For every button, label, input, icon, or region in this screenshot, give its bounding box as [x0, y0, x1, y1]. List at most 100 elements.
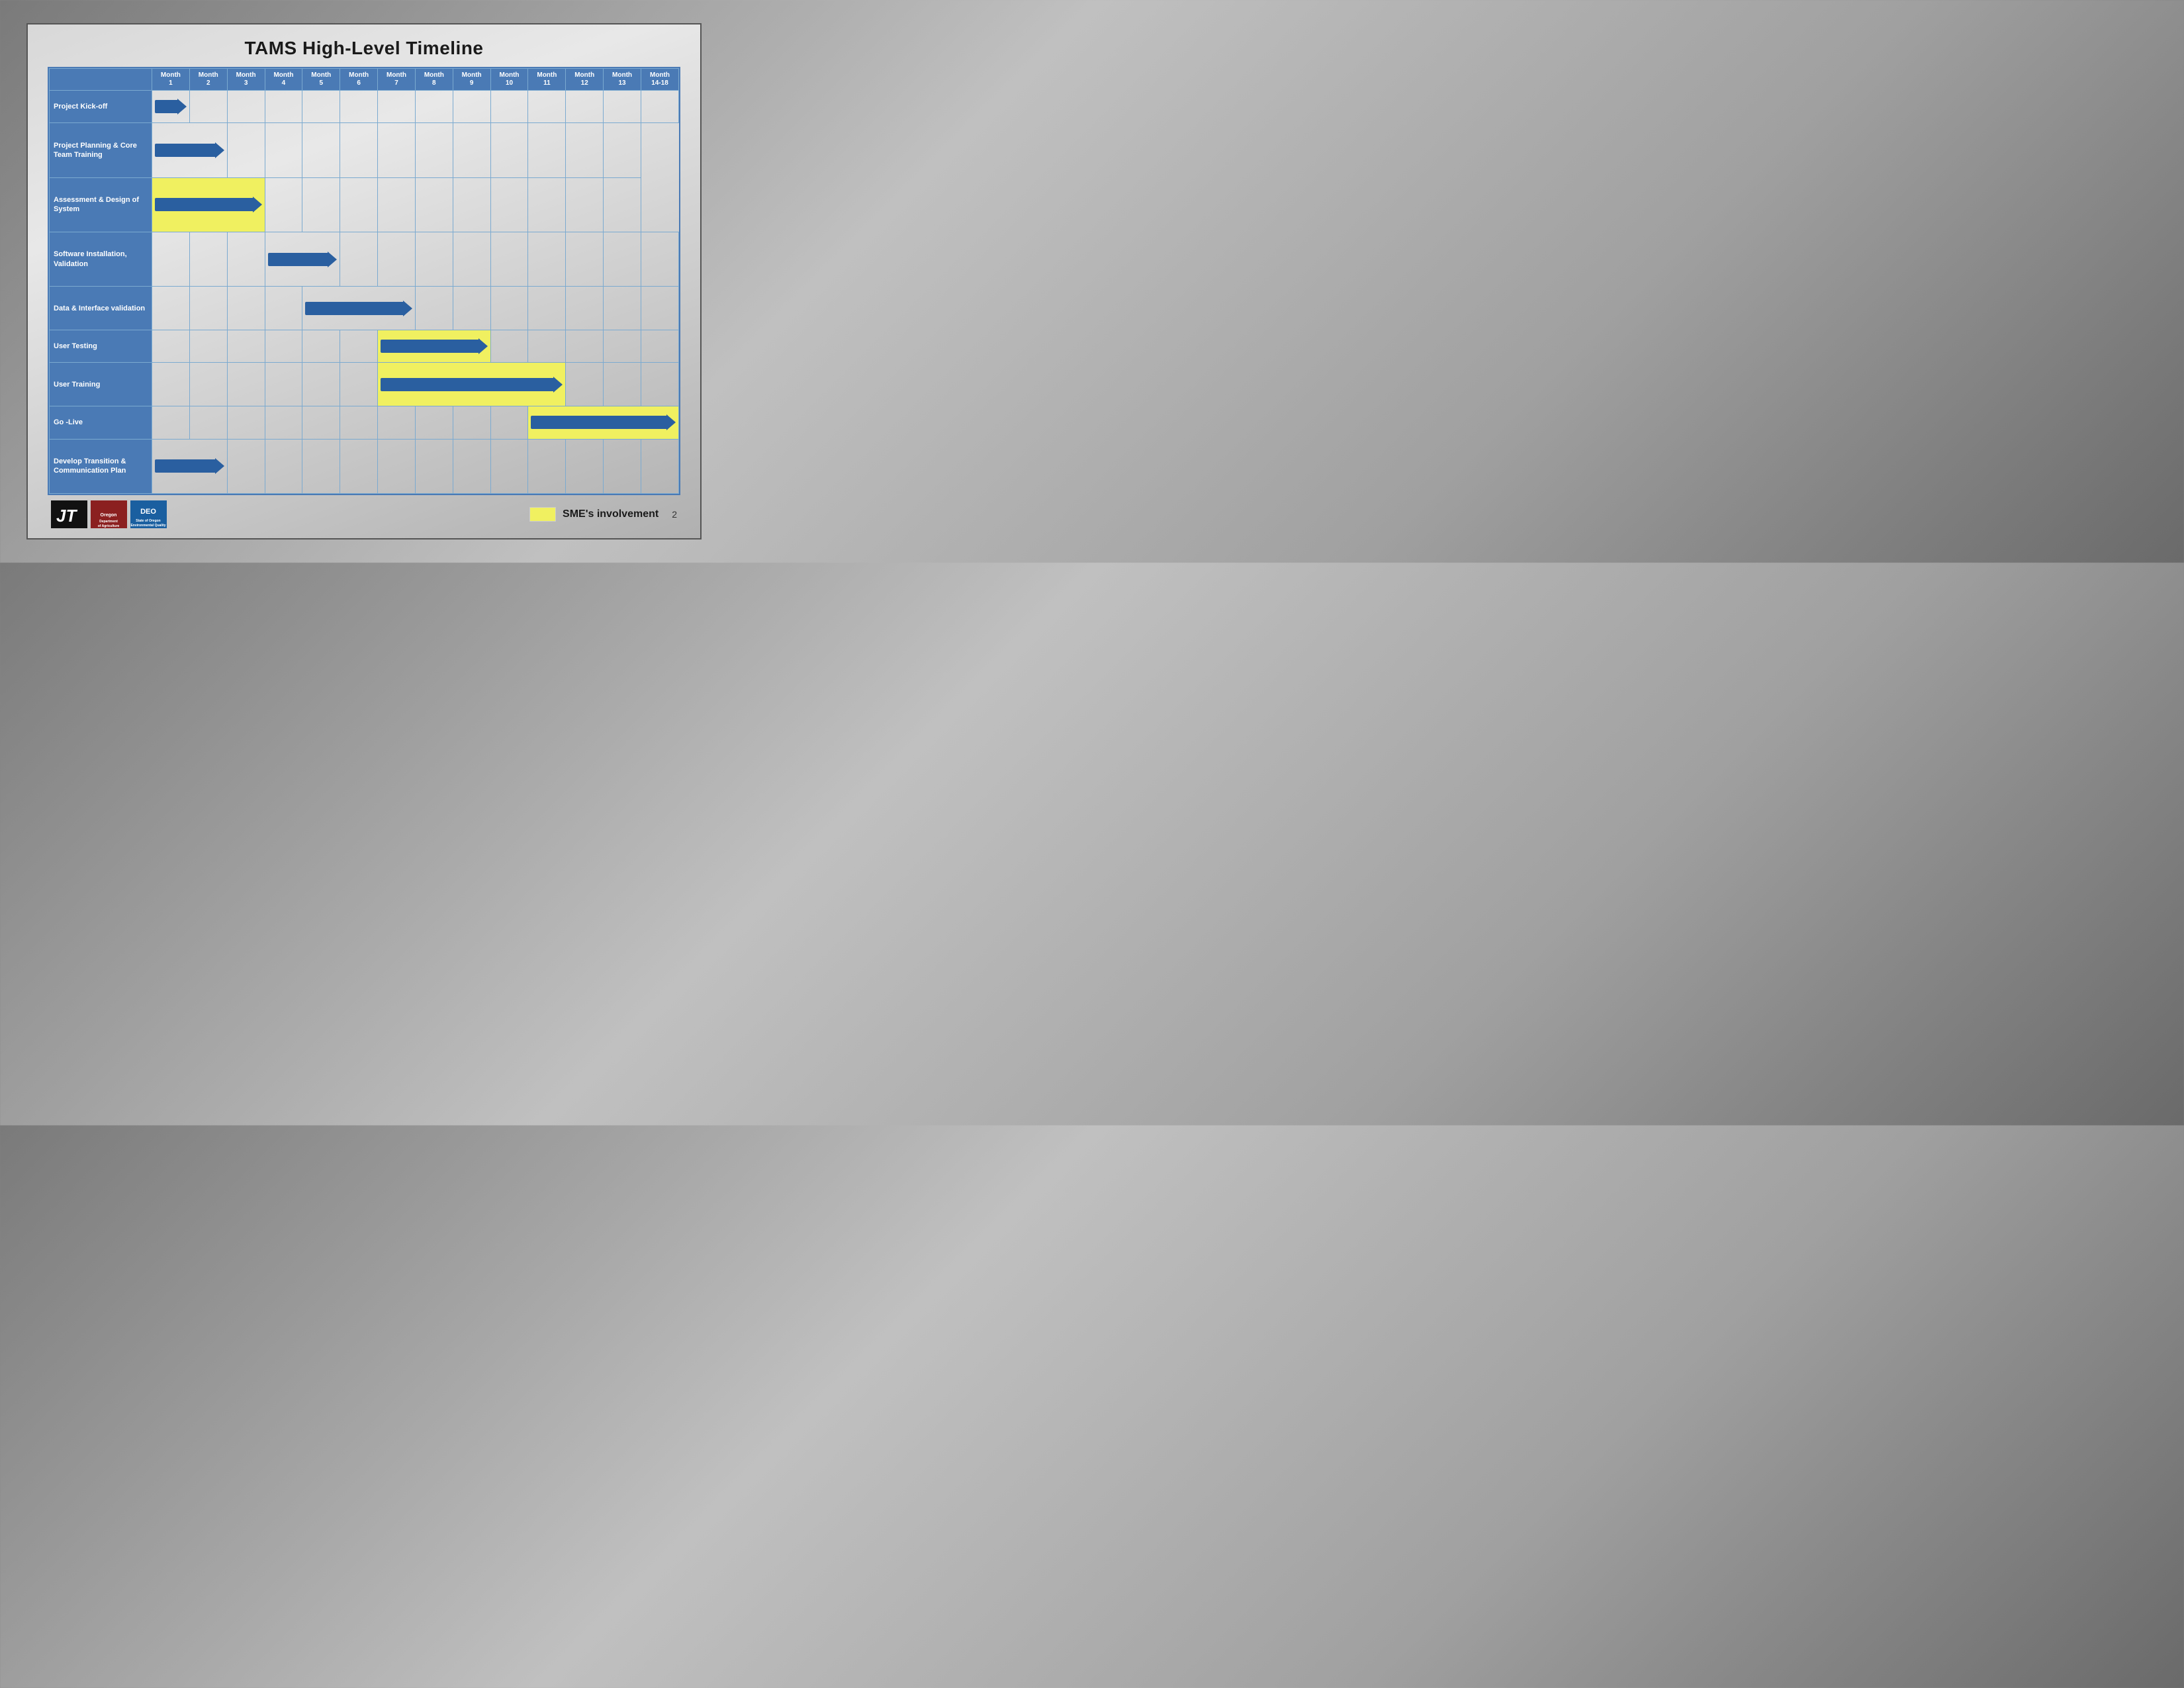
- task-label: User Testing: [50, 330, 152, 363]
- gantt-cell: [415, 287, 453, 330]
- gantt-cell: [641, 287, 678, 330]
- gantt-cell: [528, 123, 566, 177]
- gantt-cell-span: [152, 439, 228, 493]
- task-label: Assessment & Design of System: [50, 177, 152, 232]
- gantt-cell: [227, 123, 265, 177]
- task-label: Project Kick-off: [50, 91, 152, 123]
- gantt-cell: [490, 177, 528, 232]
- gantt-cell-span: [152, 123, 228, 177]
- gantt-cell: [340, 363, 378, 406]
- gantt-cell: [340, 406, 378, 439]
- gantt-cell: [490, 287, 528, 330]
- gantt-cell: [490, 123, 528, 177]
- logo-jt-svg: JT: [54, 502, 85, 527]
- slide: TAMS High-Level Timeline: [26, 23, 702, 539]
- gantt-cell: [604, 232, 641, 286]
- header-month-10: Month10: [490, 69, 528, 91]
- gantt-cell: [302, 439, 340, 493]
- gantt-cell: [227, 439, 265, 493]
- header-month-14: Month14-18: [641, 69, 678, 91]
- header-month-11: Month11: [528, 69, 566, 91]
- svg-text:State of Oregon: State of Oregon: [136, 519, 161, 523]
- gantt-cell: [604, 177, 641, 232]
- gantt-cell: [340, 232, 378, 286]
- task-label: User Training: [50, 363, 152, 406]
- gantt-cell: [340, 91, 378, 123]
- table-row: Data & Interface validation: [50, 287, 679, 330]
- gantt-cell: [340, 177, 378, 232]
- task-label: Develop Transition & Communication Plan: [50, 439, 152, 493]
- gantt-cell: [265, 91, 302, 123]
- header-month-3: Month3: [227, 69, 265, 91]
- table-row: Software Installation, Validation: [50, 232, 679, 286]
- table-row: Go -Live: [50, 406, 679, 439]
- gantt-cell: [641, 439, 678, 493]
- gantt-cell: [189, 232, 227, 286]
- gantt-cell: [566, 177, 604, 232]
- gantt-cell: [189, 91, 227, 123]
- gantt-cell: [453, 91, 490, 123]
- header-row: Month1 Month2 Month3 Month4 Month5 Month…: [50, 69, 679, 91]
- gantt-cell: [227, 232, 265, 286]
- svg-text:JT: JT: [56, 506, 77, 526]
- gantt-cell: [189, 406, 227, 439]
- logo-group: JT Oregon Department of Agriculture DEO …: [51, 500, 167, 528]
- gantt-cell: [528, 439, 566, 493]
- task-label: Project Planning & Core Team Training: [50, 123, 152, 177]
- header-month-5: Month5: [302, 69, 340, 91]
- gantt-cell: [641, 330, 678, 363]
- gantt-cell: [604, 287, 641, 330]
- footer: JT Oregon Department of Agriculture DEO …: [48, 500, 680, 528]
- gantt-cell: [604, 330, 641, 363]
- gantt-cell: [641, 232, 678, 286]
- gantt-cell: [340, 439, 378, 493]
- gantt-cell: [302, 330, 340, 363]
- table-row: Project Planning & Core Team Training: [50, 123, 679, 177]
- gantt-cell-span: [302, 287, 416, 330]
- gantt-cell-span: [378, 363, 566, 406]
- gantt-cell: [152, 363, 190, 406]
- gantt-cell: [490, 330, 528, 363]
- company-logo-2: Oregon Department of Agriculture: [91, 500, 127, 528]
- company-logo-1: JT: [51, 500, 87, 528]
- logo-ag-svg: Oregon Department of Agriculture: [91, 500, 127, 528]
- gantt-cell: [604, 363, 641, 406]
- gantt-cell: [528, 330, 566, 363]
- gantt-cell: [453, 439, 490, 493]
- gantt-cell: [566, 439, 604, 493]
- gantt-cell: [378, 232, 416, 286]
- gantt-cell: [453, 232, 490, 286]
- gantt-cell: [604, 439, 641, 493]
- gantt-cell: [415, 439, 453, 493]
- gantt-cell: [265, 439, 302, 493]
- header-month-6: Month6: [340, 69, 378, 91]
- gantt-cell: [415, 232, 453, 286]
- svg-text:Oregon: Oregon: [101, 513, 117, 518]
- gantt-cell: [189, 287, 227, 330]
- header-month-9: Month9: [453, 69, 490, 91]
- gantt-cell: [302, 406, 340, 439]
- task-label: Go -Live: [50, 406, 152, 439]
- header-task: [50, 69, 152, 91]
- gantt-cell: [453, 406, 490, 439]
- gantt-cell: [302, 91, 340, 123]
- gantt-cell: [302, 123, 340, 177]
- gantt-cell: [378, 177, 416, 232]
- gantt-cell: [378, 123, 416, 177]
- legend-label: SME's involvement: [563, 508, 659, 520]
- svg-text:of Agriculture: of Agriculture: [98, 524, 120, 528]
- gantt-cell: [152, 91, 190, 123]
- svg-text:Environmental Quality: Environmental Quality: [130, 524, 165, 528]
- table-row: User Testing: [50, 330, 679, 363]
- header-month-13: Month13: [604, 69, 641, 91]
- gantt-cell: [415, 91, 453, 123]
- gantt-cell: [566, 287, 604, 330]
- legend: SME's involvement 2: [529, 507, 677, 522]
- gantt-cell-span: [265, 232, 340, 286]
- gantt-cell: [302, 177, 340, 232]
- gantt-cell: [189, 363, 227, 406]
- gantt-cell: [152, 232, 190, 286]
- gantt-cell: [528, 287, 566, 330]
- gantt-cell: [641, 91, 678, 123]
- gantt-cell: [340, 330, 378, 363]
